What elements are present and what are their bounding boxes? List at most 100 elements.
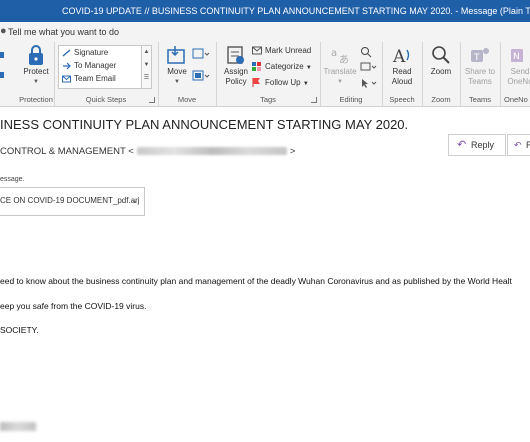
magnifier-icon — [432, 46, 450, 64]
chevron-down-icon: ▼ — [337, 79, 343, 85]
quick-step-team-email[interactable]: Team Email — [62, 74, 116, 83]
zoom-label: Zoom — [430, 67, 452, 76]
protect-button[interactable]: Protect ▼ — [18, 44, 54, 87]
group-editing: a あ Translate ▼ Editing — [320, 42, 383, 106]
mail-icon — [62, 75, 71, 83]
protect-label: Protect — [23, 67, 49, 76]
truncated-icons — [0, 52, 4, 78]
zoom-button[interactable]: Zoom — [424, 44, 458, 77]
reply-all-button[interactable]: ↶ R — [507, 134, 530, 156]
tell-me-input[interactable]: Tell me what you want to do — [8, 27, 119, 37]
ribbon-left-icons[interactable] — [0, 50, 6, 92]
svg-text:A: A — [392, 47, 406, 66]
related-icon — [360, 62, 377, 71]
body-line: eed to know about the business continuit… — [0, 276, 512, 286]
quick-steps-gallery[interactable]: Signature To Manager Team Email ▲ ▼ ☰ — [58, 45, 152, 89]
group-label-move: Move — [177, 95, 197, 104]
dialog-launcher-icon[interactable] — [311, 97, 317, 103]
onenote-icon: N — [511, 49, 523, 62]
chevron-down-icon[interactable]: ⌄ — [131, 196, 138, 205]
category-icon — [252, 62, 261, 72]
assign-policy-label: Assign Policy — [223, 67, 248, 86]
lock-icon — [29, 45, 43, 65]
assign-policy-button[interactable]: Assign Policy — [220, 44, 252, 87]
policy-icon — [227, 46, 244, 64]
related-button[interactable] — [360, 62, 378, 74]
group-move: Move ▼ Move — [158, 42, 217, 106]
redacted-email — [136, 147, 287, 156]
envelope-icon — [252, 46, 262, 55]
select-button[interactable] — [360, 78, 378, 90]
chevron-down-icon: ▼ — [302, 81, 309, 87]
window-title-bar: COVID-19 UPDATE // BUSINESS CONTINUITY P… — [0, 0, 530, 22]
translate-icon: a あ — [331, 48, 349, 66]
group-label-tags: Tags — [260, 95, 276, 104]
group-label-onenote: OneNo — [504, 95, 528, 104]
lightbulb-icon: ● — [0, 25, 7, 37]
chevron-down-icon: ▼ — [305, 65, 312, 71]
redacted-signature — [0, 422, 36, 431]
quick-step-signature[interactable]: Signature — [62, 48, 108, 57]
group-protection: Protect ▼ Protection — [0, 42, 55, 106]
svg-text:a: a — [331, 48, 337, 59]
attachment-name: CE ON COVID-19 DOCUMENT_pdf.arj — [0, 196, 140, 205]
reply-all-label: R — [526, 140, 530, 150]
search-icon — [361, 47, 372, 58]
message-sender: CONTROL & MANAGEMENT < > — [0, 146, 295, 157]
svg-text:T: T — [473, 53, 480, 63]
quick-step-to-manager[interactable]: To Manager — [62, 61, 116, 70]
share-to-teams-label: Share to Teams — [464, 67, 496, 86]
cursor-icon — [362, 79, 377, 88]
categorize-button[interactable]: Categorize ▼ — [252, 62, 312, 72]
group-label-zoom: Zoom — [431, 95, 451, 104]
translate-label: Translate — [323, 67, 357, 76]
group-teams: T Share to Teams Teams — [460, 42, 501, 106]
send-to-onenote-label: Send OneNo — [507, 67, 530, 86]
body-line: SOCIETY. — [0, 325, 39, 335]
svg-text:N: N — [513, 52, 520, 62]
tell-me-bar[interactable]: ● Tell me what you want to do — [0, 22, 530, 43]
translate-button[interactable]: a あ Translate ▼ — [322, 44, 358, 87]
share-to-teams-button[interactable]: T Share to Teams — [462, 44, 498, 87]
sender-end: > — [289, 146, 296, 157]
teams-icon: T — [471, 48, 489, 63]
reply-button[interactable]: ↶ Reply — [448, 134, 506, 156]
reply-arrow-icon: ↶ — [457, 139, 467, 151]
move-label: Move — [167, 67, 187, 76]
send-to-onenote-button[interactable]: N Send OneNo — [502, 44, 530, 87]
quick-steps-scrollbar[interactable]: ▲ ▼ ☰ — [141, 46, 151, 88]
find-button[interactable] — [360, 46, 372, 60]
rules-button[interactable] — [192, 48, 210, 62]
move-folder-icon — [167, 46, 185, 64]
ribbon: Protect ▼ Protection Signature To Manage… — [0, 42, 530, 107]
group-label-editing: Editing — [339, 95, 363, 104]
group-quick-steps: Signature To Manager Team Email ▲ ▼ ☰ Quic… — [54, 42, 159, 106]
read-aloud-label: Read Aloud — [391, 67, 413, 86]
group-label-speech: Speech — [389, 95, 415, 104]
chevron-down-icon: ▼ — [33, 79, 39, 85]
sender-name: CONTROL & MANAGEMENT < — [0, 146, 134, 157]
read-aloud-button[interactable]: A Read Aloud — [384, 44, 420, 87]
follow-up-button[interactable]: Follow Up ▼ — [252, 78, 309, 88]
dialog-launcher-icon[interactable] — [149, 97, 155, 103]
read-aloud-icon: A — [392, 47, 410, 66]
group-onenote: N Send OneNo OneNo — [500, 42, 530, 106]
message-subject: INESS CONTINUITY PLAN ANNOUNCEMENT START… — [0, 117, 409, 132]
group-zoom: Zoom Zoom — [422, 42, 461, 106]
window-title: COVID-19 UPDATE // BUSINESS CONTINUITY P… — [62, 6, 530, 16]
body-line: eep you safe from the COVID-19 virus. — [0, 301, 147, 311]
signature-icon — [62, 49, 71, 57]
svg-text:あ: あ — [339, 54, 349, 66]
mark-unread-button[interactable]: Mark Unread — [252, 46, 311, 55]
reply-all-arrow-icon: ↶ — [514, 140, 522, 150]
group-label-teams: Teams — [468, 95, 492, 104]
actions-button[interactable] — [192, 70, 210, 84]
flag-icon — [252, 78, 260, 88]
move-button[interactable]: Move ▼ — [162, 44, 192, 87]
group-tags: Assign Policy Mark Unread Categorize ▼ F… — [216, 42, 321, 106]
group-label-quick-steps: Quick Steps — [85, 95, 127, 104]
attachment-card[interactable]: CE ON COVID-19 DOCUMENT_pdf.arj ⌄ — [0, 187, 145, 216]
info-notice: essage. — [0, 176, 25, 183]
group-speech: A Read Aloud Speech — [382, 42, 423, 106]
rules-icon — [192, 48, 210, 59]
